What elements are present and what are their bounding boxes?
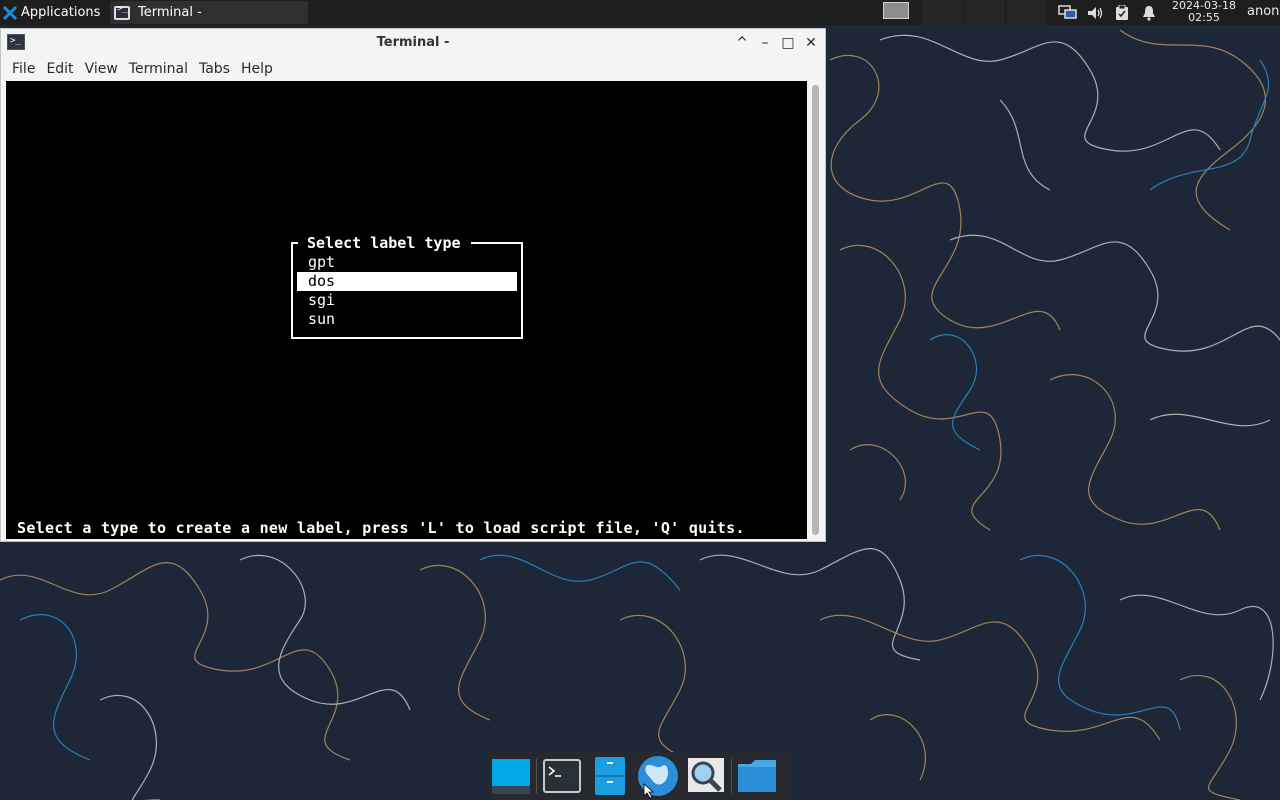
user-menu[interactable]: anon [1247, 4, 1279, 19]
terminal-window: >_ Terminal - ^ – □ ✕ File Edit View Ter… [0, 28, 826, 542]
minimize-button[interactable]: – [755, 33, 775, 53]
terminal-icon: >_ [114, 4, 130, 20]
scrollbar-thumb[interactable] [812, 85, 819, 535]
option-dos[interactable]: dos [297, 272, 517, 291]
web-browser-launcher[interactable] [634, 752, 682, 800]
network-icon[interactable] [1058, 3, 1077, 22]
menu-view[interactable]: View [82, 61, 126, 77]
menu-terminal[interactable]: Terminal [126, 61, 196, 77]
system-tray [1058, 0, 1158, 25]
window-title: Terminal - [376, 35, 450, 50]
clipboard-icon[interactable] [1112, 3, 1131, 22]
app-finder-icon [688, 758, 724, 792]
taskbar-terminal-button[interactable]: >_ Terminal - [110, 1, 308, 24]
window-titlebar[interactable]: >_ Terminal - ^ – □ ✕ [1, 29, 825, 56]
top-panel: Applications >_ Terminal - 2024-03-18 02… [0, 0, 1280, 25]
taskbar-terminal-label: Terminal - [138, 5, 202, 20]
file-manager-icon [595, 757, 625, 795]
web-browser-icon [638, 756, 678, 798]
terminal-screen[interactable]: Select label type gpt dos sgi sun Select… [6, 81, 807, 539]
show-desktop-button[interactable] [487, 752, 535, 800]
menu-help[interactable]: Help [238, 61, 281, 77]
folder-launcher[interactable] [733, 752, 781, 800]
menu-tabs[interactable]: Tabs [196, 61, 238, 77]
workspace-2[interactable] [923, 0, 963, 25]
workspace-3[interactable] [965, 0, 1005, 25]
menu-edit[interactable]: Edit [43, 61, 81, 77]
dock-separator [731, 759, 732, 793]
notification-bell-icon[interactable] [1139, 3, 1158, 22]
clock[interactable]: 2024-03-18 02:55 [1168, 0, 1240, 25]
volume-icon[interactable] [1085, 3, 1104, 22]
clock-time: 02:55 [1188, 11, 1220, 24]
terminal-launcher[interactable] [538, 752, 586, 800]
option-sun[interactable]: sun [297, 310, 517, 329]
dock-separator [536, 759, 537, 793]
applications-label: Applications [21, 5, 101, 20]
close-button[interactable]: ✕ [801, 33, 821, 53]
folder-icon [738, 760, 776, 792]
workspace-1[interactable] [883, 2, 909, 19]
show-desktop-icon [492, 759, 530, 794]
xfce-logo-icon [2, 5, 18, 20]
terminal-icon [543, 759, 581, 793]
shade-button[interactable]: ^ [732, 33, 752, 53]
maximize-button[interactable]: □ [778, 33, 798, 53]
file-manager-launcher[interactable] [586, 752, 634, 800]
workspace-4[interactable] [1007, 0, 1047, 25]
dialog-title: Select label type [298, 235, 471, 252]
menubar: File Edit View Terminal Tabs Help [1, 56, 825, 81]
applications-menu-button[interactable]: Applications [0, 0, 106, 25]
dock [487, 752, 792, 800]
menu-file[interactable]: File [1, 61, 43, 77]
app-finder-launcher[interactable] [682, 752, 730, 800]
option-gpt[interactable]: gpt [297, 253, 517, 272]
status-line: Select a type to create a new label, pre… [17, 519, 745, 537]
option-sgi[interactable]: sgi [297, 291, 517, 310]
scrollbar[interactable] [808, 81, 823, 539]
label-type-dialog: Select label type gpt dos sgi sun [291, 235, 523, 339]
